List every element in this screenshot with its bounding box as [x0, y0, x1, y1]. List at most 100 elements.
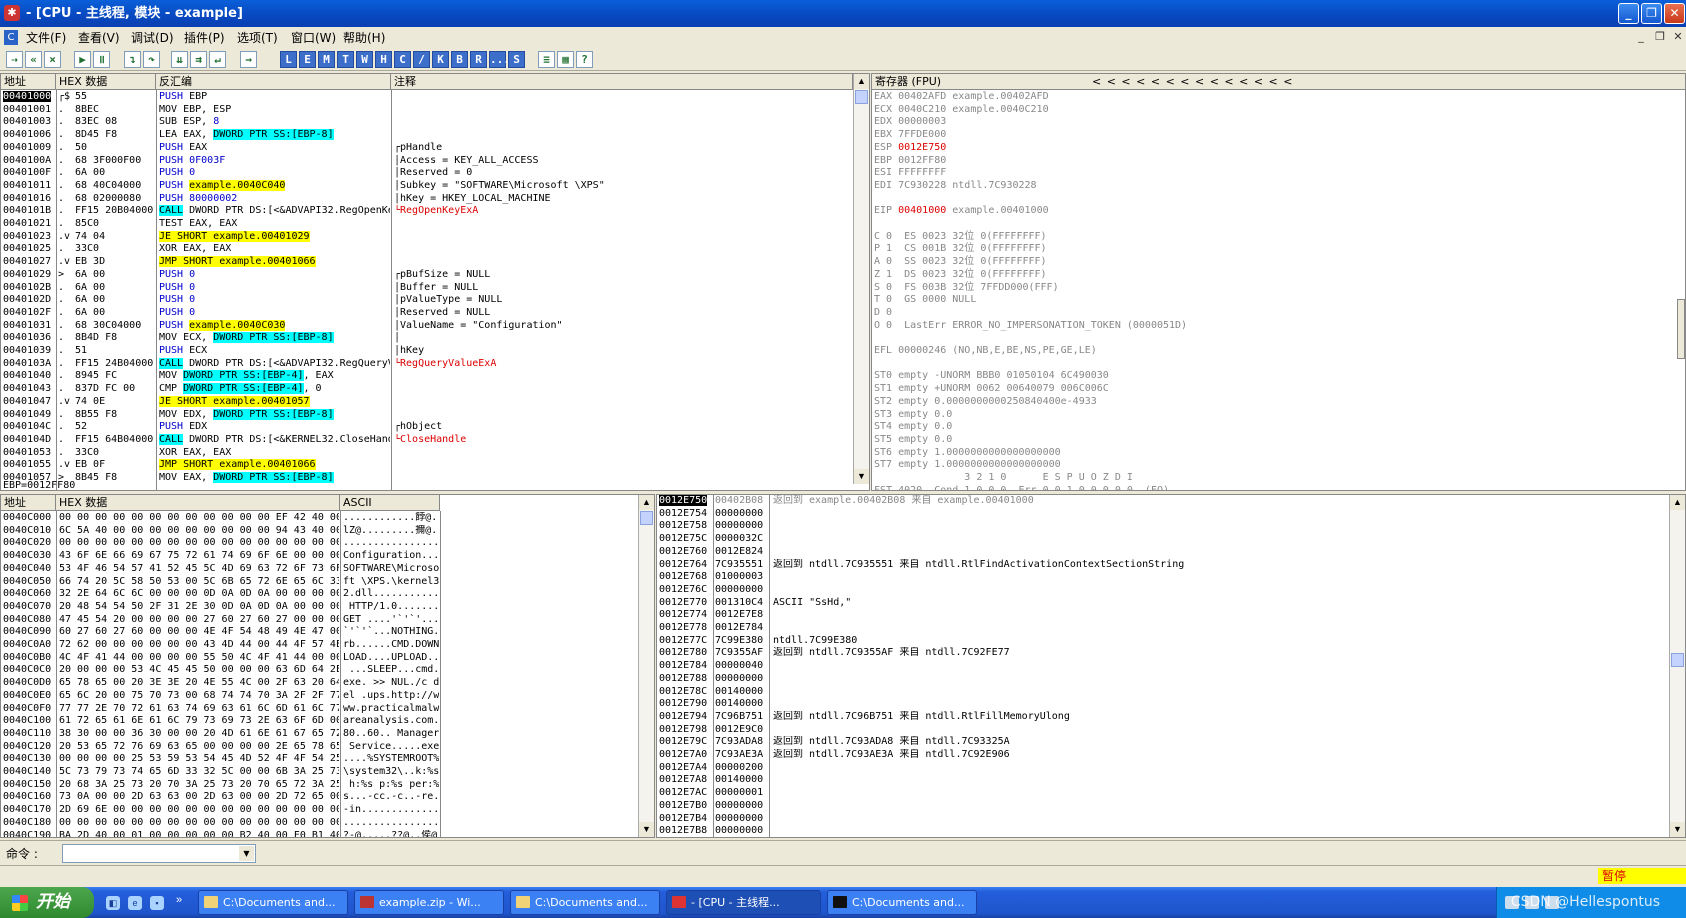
register-line[interactable]: EAX 00402AFD example.00402AFD — [874, 91, 1049, 104]
disasm-row[interactable]: 00401053. 33C0 XOR EAX, EAX — [1, 447, 853, 460]
scroll-up-icon[interactable]: ▲ — [639, 495, 654, 510]
disasm-row[interactable]: 00401029 >6A 00 PUSH 0 ┌pBufSize = NULL — [1, 269, 853, 282]
col-header-address[interactable]: 地址 — [1, 74, 56, 90]
disasm-scrollbar[interactable]: ▲ ▼ — [853, 74, 869, 484]
dump-row[interactable]: 0040C120 20 53 65 72 76 69 63 65 00 00 00… — [1, 741, 638, 754]
menu-window[interactable]: 窗口(W) — [289, 27, 338, 49]
stack-row[interactable]: 0012E7AC 00000001 — [657, 787, 1669, 800]
menu-options[interactable]: 选项(T) — [235, 27, 280, 49]
mdi-minimize-icon[interactable]: _ — [1634, 30, 1648, 44]
stack-row[interactable]: 0012E7A0 7C93AE3A 返回到 ntdll.7C93AE3A 来自 nt… — [657, 749, 1669, 762]
disasm-row[interactable]: 00401011. 68 40C04000 PUSH example.0040C04… — [1, 179, 853, 193]
disasm-row[interactable]: 0040102D. 6A 00 PUSH 0 │pValueType = NULL — [1, 294, 853, 307]
run-icon[interactable]: ▶ — [74, 51, 91, 68]
patches-window-button[interactable]: / — [413, 51, 430, 68]
restore-button[interactable]: ❐ — [1641, 3, 1662, 24]
dump-header-address[interactable]: 地址 — [1, 495, 56, 511]
register-line[interactable]: EBP 0012FF80 — [874, 155, 946, 168]
register-line[interactable]: D 0 — [874, 307, 892, 320]
scroll-thumb[interactable] — [640, 511, 653, 525]
register-line[interactable]: Z 1 DS 0023 32位 0(FFFFFFFF) — [874, 269, 1047, 282]
disasm-row[interactable]: 00401057 >8B45 F8 MOV EAX, DWORD PTR SS:[E… — [1, 472, 853, 485]
close-button[interactable]: ✕ — [1664, 3, 1685, 24]
mdi-close-icon[interactable]: ✕ — [1671, 30, 1685, 44]
register-line[interactable]: EDI 7C930228 ntdll.7C930228 — [874, 180, 1037, 193]
taskbar-item-explorer-2[interactable]: C:\Documents and... — [510, 890, 660, 915]
dump-scrollbar[interactable]: ▲ ▼ — [638, 495, 654, 837]
quicklaunch-more-icon[interactable]: » — [176, 894, 182, 906]
dump-row[interactable]: 0040C000 00 00 00 00 00 00 00 00 00 00 00… — [1, 512, 638, 525]
dump-row[interactable]: 0040C010 6C 5A 40 00 00 00 00 00 00 00 00… — [1, 525, 638, 538]
stack-row[interactable]: 0012E758 00000000 — [657, 520, 1669, 533]
stack-row[interactable]: 0012E780 7C9355AF 返回到 ntdll.7C9355AF 来自 nt… — [657, 647, 1669, 660]
scroll-up-icon[interactable]: ▲ — [854, 74, 869, 89]
dump-row[interactable]: 0040C130 00 00 00 00 25 53 59 53 54 45 4D… — [1, 753, 638, 766]
stack-row[interactable]: 0012E788 00000000 — [657, 673, 1669, 686]
source-window-button[interactable]: S — [508, 51, 525, 68]
register-line[interactable]: ST2 empty 0.0000000000250840400e-4933 — [874, 396, 1097, 409]
stack-row[interactable]: 0012E7A4 00000200 — [657, 762, 1669, 775]
stack-row[interactable]: 0012E784 00000040 — [657, 660, 1669, 673]
close-program-icon[interactable]: × — [44, 51, 61, 68]
list-icon[interactable]: ≡ — [538, 51, 555, 68]
disasm-row[interactable]: 00401006. 8D45 F8 LEA EAX, DWORD PTR SS:[E… — [1, 129, 853, 142]
dump-row[interactable]: 0040C150 20 68 3A 25 73 20 70 3A 25 73 20… — [1, 779, 638, 792]
disasm-row[interactable]: 0040103A. FF15 24B04000 CALL DWORD PTR DS:… — [1, 357, 853, 371]
stack-row[interactable]: 0012E794 7C96B751 返回到 ntdll.7C96B751 来自 nt… — [657, 711, 1669, 724]
menu-file[interactable]: 文件(F) — [24, 27, 68, 49]
threads-window-button[interactable]: T — [337, 51, 354, 68]
register-line[interactable]: FST 4020 Cond 1 0 0 0 Err 0 0 1 0 0 0 0 … — [874, 485, 1169, 490]
disasm-row[interactable]: 0040102F. 6A 00 PUSH 0 │Reserved = NULL — [1, 307, 853, 320]
help-icon[interactable]: ? — [576, 51, 593, 68]
chevron-down-icon[interactable]: ▼ — [239, 846, 254, 861]
register-line[interactable]: ST6 empty 1.0000000000000000000 — [874, 447, 1061, 460]
dump-row[interactable]: 0040C170 2D 69 6E 00 00 00 00 00 00 00 00… — [1, 804, 638, 817]
stack-pane[interactable]: 0012E750 00402B08 返回到 example.00402B08 来自 … — [656, 494, 1686, 838]
register-line[interactable]: O 0 LastErr ERROR_NO_IMPERSONATION_TOKEN… — [874, 320, 1187, 333]
disasm-row[interactable]: 0040100F. 6A 00 PUSH 0 │Reserved = 0 — [1, 167, 853, 180]
disassembly-pane[interactable]: 地址 HEX 数据 反汇编 注释 00401000 ┌$ 55 PUSH EBP 004… — [0, 73, 870, 491]
scroll-down-icon[interactable]: ▼ — [1670, 822, 1685, 837]
register-line[interactable]: EFL 00000246 (NO,NB,E,BE,NS,PE,GE,LE) — [874, 345, 1097, 358]
register-line[interactable]: ESP 0012E750 — [874, 142, 946, 155]
scroll-down-icon[interactable]: ▼ — [639, 822, 654, 837]
dump-row[interactable]: 0040C030 43 6F 6E 66 69 67 75 72 61 74 69… — [1, 550, 638, 563]
stack-row[interactable]: 0012E770 001310C4 ASCII "SsHd," — [657, 597, 1669, 610]
taskbar-item-ollydbg[interactable]: - [CPU - 主线程... — [666, 890, 821, 915]
goto-icon[interactable]: → — [240, 51, 257, 68]
scroll-up-icon[interactable]: ▲ — [1670, 495, 1685, 510]
disasm-row[interactable]: 00401003. 83EC 08 SUB ESP, 8 — [1, 116, 853, 129]
trace-into-icon[interactable]: ⇊ — [171, 51, 188, 68]
register-line[interactable]: EDX 00000003 — [874, 116, 946, 129]
register-line[interactable]: 3 2 1 0 E S P U O Z D I — [874, 472, 1133, 485]
dump-row[interactable]: 0040C060 32 2E 64 6C 6C 00 00 00 0D 0A 0D… — [1, 588, 638, 601]
mdi-restore-icon[interactable]: ❐ — [1653, 30, 1667, 44]
run-trace-window-button[interactable]: ... — [489, 51, 510, 68]
options-icon[interactable]: ▦ — [557, 51, 574, 68]
command-input[interactable]: ▼ — [62, 844, 256, 863]
dump-row[interactable]: 0040C0E0 65 6C 20 00 75 70 73 00 68 74 74… — [1, 690, 638, 703]
menu-help[interactable]: 帮助(H) — [341, 27, 387, 49]
stack-row[interactable]: 0012E774 0012E7E8 — [657, 609, 1669, 622]
register-line[interactable]: ST3 empty 0.0 — [874, 409, 952, 422]
col-header-disasm[interactable]: 反汇编 — [156, 74, 391, 90]
memory-dump-pane[interactable]: 地址 HEX 数据 ASCII 0040C000 00 00 00 00 00 0… — [0, 494, 655, 838]
dump-row[interactable]: 0040C0B0 4C 4F 41 44 00 00 00 00 55 50 4C… — [1, 652, 638, 665]
register-line[interactable]: ST0 empty -UNORM BBB0 01050104 6C490030 — [874, 370, 1109, 383]
stack-row[interactable]: 0012E798 0012E9C0 — [657, 724, 1669, 737]
dump-row[interactable]: 0040C080 47 45 54 20 00 00 00 00 27 60 27… — [1, 614, 638, 627]
disasm-row[interactable]: 00401040. 8945 FC MOV DWORD PTR SS:[EBP-4]… — [1, 370, 853, 383]
disasm-row[interactable]: 00401047 .v 74 0E JE SHORT example.00401057 — [1, 395, 853, 409]
dump-row[interactable]: 0040C0C0 20 00 00 00 53 4C 45 45 50 00 00… — [1, 664, 638, 677]
register-line[interactable]: ST4 empty 0.0 — [874, 421, 952, 434]
restart-icon[interactable]: « — [25, 51, 42, 68]
dump-header-ascii[interactable]: ASCII — [340, 495, 440, 511]
log-window-button[interactable]: L — [280, 51, 297, 68]
quicklaunch-icon[interactable]: ▪ — [150, 896, 164, 910]
stack-row[interactable]: 0012E76C 00000000 — [657, 584, 1669, 597]
handles-window-button[interactable]: H — [375, 51, 392, 68]
taskbar-item-cmd[interactable]: C:\Documents and... — [827, 890, 977, 915]
disasm-row[interactable]: 0040104C. 52 PUSH EDX ┌hObject — [1, 421, 853, 434]
stack-row[interactable]: 0012E7B0 00000000 — [657, 800, 1669, 813]
cpu-window-icon[interactable]: C — [4, 30, 18, 45]
